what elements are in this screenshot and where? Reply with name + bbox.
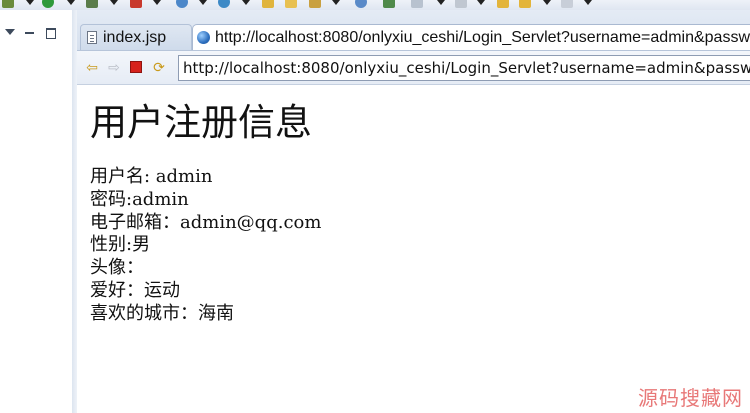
page-content: 用户注册信息 用户名: admin 密码:admin 电子邮箱：admin@qq… xyxy=(90,84,750,413)
web-icon[interactable] xyxy=(355,0,367,8)
view-menu-icon[interactable] xyxy=(5,29,15,35)
chevron-down-icon[interactable] xyxy=(153,0,161,5)
chevron-down-icon[interactable] xyxy=(332,0,340,5)
stop-button[interactable] xyxy=(128,59,144,75)
left-view-panel xyxy=(0,10,73,413)
pen-icon[interactable] xyxy=(309,0,321,8)
up-arrow-icon[interactable] xyxy=(455,0,467,8)
arrow-icon[interactable] xyxy=(383,0,395,8)
server-icon[interactable] xyxy=(86,0,98,8)
watermark: 源码搜藏网 xyxy=(638,386,743,410)
tab-label: http://localhost:8080/onlyxiu_ceshi/Logi… xyxy=(215,28,750,46)
chevron-down-icon[interactable] xyxy=(67,0,75,5)
tab-browser[interactable]: http://localhost:8080/onlyxiu_ceshi/Logi… xyxy=(192,24,750,50)
info-hobby: 爱好：运动 xyxy=(90,279,180,301)
info-city: 喜欢的城市：海南 xyxy=(90,302,234,324)
chevron-down-icon[interactable] xyxy=(199,0,207,5)
back-arrow-icon: ⇦ xyxy=(86,59,98,75)
globe-icon[interactable] xyxy=(176,0,188,8)
info-avatar: 头像： xyxy=(90,257,144,279)
chevron-down-icon[interactable] xyxy=(437,0,445,5)
folder-icon[interactable] xyxy=(262,0,274,8)
maximize-icon[interactable] xyxy=(46,28,56,39)
back-arrow-icon[interactable] xyxy=(497,0,509,8)
search-icon[interactable] xyxy=(411,0,423,8)
tab-label: index.jsp xyxy=(103,28,167,46)
gear-icon[interactable] xyxy=(2,0,14,8)
minimize-icon[interactable] xyxy=(25,32,34,34)
info-email: 电子邮箱：admin@qq.com xyxy=(90,211,322,233)
forward-arrow-icon: ⇨ xyxy=(108,59,120,75)
left-panel-header xyxy=(0,10,72,42)
forward-arrow-icon[interactable] xyxy=(561,0,573,8)
main-toolbar xyxy=(0,0,750,10)
refresh-button[interactable]: ⟳ xyxy=(151,59,167,75)
tab-index-jsp[interactable]: index.jsp xyxy=(80,24,192,50)
folder-open-icon[interactable] xyxy=(285,0,297,8)
stop-icon xyxy=(130,61,142,73)
globe-icon xyxy=(197,31,210,44)
info-password: 密码:admin xyxy=(90,188,189,210)
stop-server-icon[interactable] xyxy=(130,0,142,8)
chevron-down-icon[interactable] xyxy=(110,0,118,5)
forward-button[interactable]: ⇨ xyxy=(106,59,122,75)
info-username: 用户名: admin xyxy=(90,166,213,187)
chevron-down-icon[interactable] xyxy=(242,0,250,5)
eclipse-window: index.jsp http://localhost:8080/onlyxiu_… xyxy=(0,0,750,413)
skype-icon[interactable] xyxy=(218,0,230,8)
run-icon[interactable] xyxy=(42,0,54,8)
chevron-down-icon[interactable] xyxy=(26,0,34,5)
chevron-down-icon[interactable] xyxy=(543,0,551,5)
browser-nav-bar: ⇦ ⇨ ⟳ http://localhost:8080/onlyxiu_cesh… xyxy=(77,51,750,85)
editor-tab-bar: index.jsp http://localhost:8080/onlyxiu_… xyxy=(77,10,750,51)
back-button[interactable]: ⇦ xyxy=(84,59,100,75)
url-input[interactable]: http://localhost:8080/onlyxiu_ceshi/Logi… xyxy=(178,55,750,81)
chevron-down-icon[interactable] xyxy=(477,0,485,5)
refresh-icon: ⟳ xyxy=(153,59,165,75)
chevron-down-icon[interactable] xyxy=(584,0,592,5)
info-list: 用户名: admin 密码:admin 电子邮箱：admin@qq.com 性别… xyxy=(90,166,321,326)
page-title: 用户注册信息 xyxy=(90,101,312,144)
back-arrow-icon[interactable] xyxy=(519,0,531,8)
document-icon xyxy=(87,31,97,44)
info-gender: 性别:男 xyxy=(90,234,151,256)
